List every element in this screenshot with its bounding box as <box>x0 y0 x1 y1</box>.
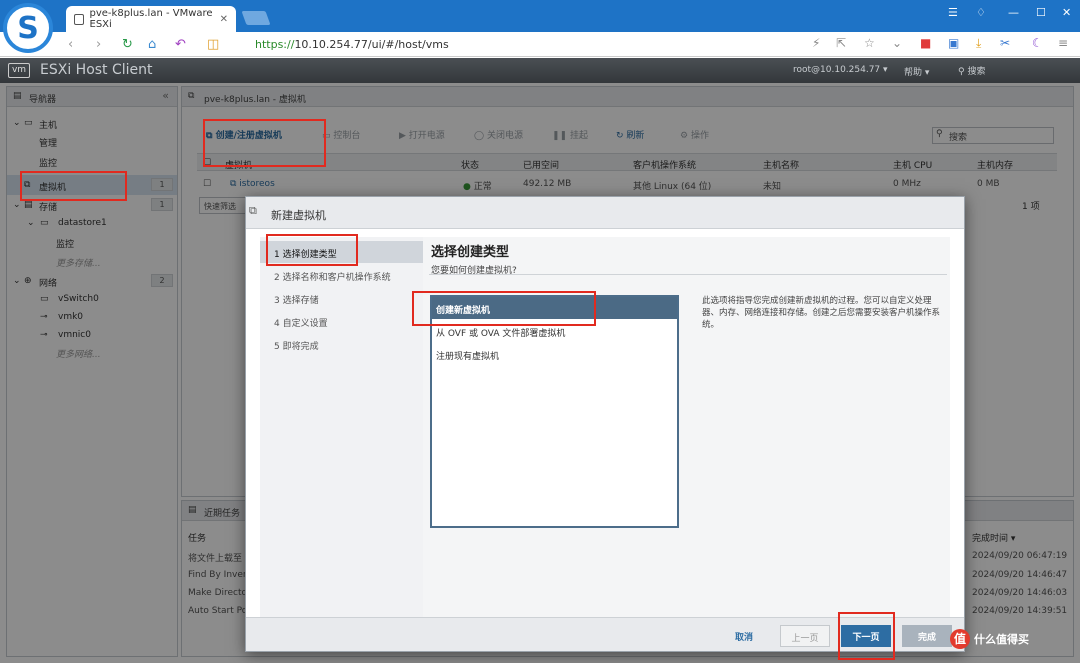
watermark: 值 什么值得买 <box>950 628 1076 650</box>
header-search-label: 搜索 <box>967 67 986 77</box>
page-favicon-icon <box>74 13 84 25</box>
scissors-icon[interactable]: ✂ <box>1000 36 1010 50</box>
home-icon[interactable]: ⌂ <box>148 37 156 52</box>
wizard-step-5[interactable]: 5 即将完成 <box>260 333 423 355</box>
more-menu-icon[interactable]: ≡ <box>1058 36 1068 50</box>
option-register-vm[interactable]: 注册现有虚拟机 <box>432 343 677 365</box>
watermark-badge: 值 <box>950 629 970 649</box>
creation-type-list: 创建新虚拟机 从 OVF 或 OVA 文件部署虚拟机 注册现有虚拟机 <box>430 295 679 528</box>
help-menu[interactable]: 帮助 ▾ <box>904 65 929 78</box>
download-icon[interactable]: ⤓ <box>976 36 981 51</box>
header-search[interactable]: ⚲ 搜索 <box>958 64 985 77</box>
wizard-step-4[interactable]: 4 自定义设置 <box>260 310 423 332</box>
share-icon[interactable]: ⇱ <box>836 36 846 50</box>
chevron-down-icon[interactable]: ⌄ <box>892 36 902 50</box>
url-path: 10.10.254.77/ui/#/host/vms <box>294 38 449 51</box>
option-description: 此选项将指导您完成创建新虚拟机的过程。您可以自定义处理器、内存、网络连接和存储。… <box>702 296 941 330</box>
app-title: ESXi Host Client <box>40 62 153 78</box>
finish-button[interactable]: 完成 <box>902 625 952 647</box>
wizard-step-2[interactable]: 2 选择名称和客户机操作系统 <box>260 264 423 286</box>
undo-icon[interactable]: ↶ <box>175 37 186 52</box>
forward-icon[interactable]: › <box>96 37 101 52</box>
minimize-icon[interactable]: — <box>1008 6 1019 19</box>
reload-icon[interactable]: ↻ <box>122 37 133 52</box>
annotation-box <box>203 119 326 167</box>
maximize-icon[interactable]: ☐ <box>1036 6 1046 19</box>
lightning-icon[interactable]: ⚡ <box>812 36 820 50</box>
annotation-box <box>412 291 596 326</box>
new-tab-button[interactable] <box>241 11 271 25</box>
annotation-box <box>20 171 127 201</box>
dialog-title: 新建虚拟机 <box>271 209 326 222</box>
browser-tab[interactable]: pve-k8plus.lan - VMware ESXi ✕ <box>66 6 236 32</box>
user-menu[interactable]: root@10.10.254.77 ▾ <box>793 65 888 75</box>
new-vm-icon: ⧉ <box>249 204 257 217</box>
back-icon[interactable]: ‹ <box>68 37 73 52</box>
url-field[interactable]: https://10.10.254.77/ui/#/host/vms <box>255 38 449 51</box>
wizard-step-3[interactable]: 3 选择存储 <box>260 287 423 309</box>
moon-icon[interactable]: ☾ <box>1032 36 1043 50</box>
watermark-text: 什么值得买 <box>974 633 1029 646</box>
browser-logo-icon: S <box>3 3 53 53</box>
step-heading: 选择创建类型 <box>431 245 510 260</box>
annotation-box <box>838 612 895 660</box>
menu-icon[interactable]: ☰ <box>948 6 958 19</box>
dialog-title-bar: ⧉ 新建虚拟机 <box>246 197 964 229</box>
translate-icon[interactable]: ▣ <box>948 36 959 50</box>
tab-title: pve-k8plus.lan - VMware ESXi <box>89 8 213 30</box>
annotation-box <box>266 234 358 266</box>
browser-tab-strip: pve-k8plus.lan - VMware ESXi ✕ ☰ ♢ — ☐ ✕ <box>0 0 1080 32</box>
esxi-header: vm ESXi Host Client root@10.10.254.77 ▾ … <box>0 58 1080 83</box>
bookmarks-icon[interactable]: ◫ <box>207 37 219 52</box>
shirt-icon[interactable]: ♢ <box>976 6 986 19</box>
tab-close-icon[interactable]: ✕ <box>220 14 228 25</box>
cancel-button[interactable]: 取消 <box>720 625 768 647</box>
back-button[interactable]: 上一页 <box>780 625 830 647</box>
wizard-steps: 1 选择创建类型 2 选择名称和客户机操作系统 3 选择存储 4 自定义设置 5… <box>260 237 425 617</box>
extension-red-icon[interactable]: ■ <box>920 36 931 50</box>
close-window-icon[interactable]: ✕ <box>1062 6 1071 19</box>
star-icon[interactable]: ☆ <box>864 36 875 50</box>
divider <box>429 274 947 275</box>
vmware-logo: vm <box>8 63 30 78</box>
address-bar: ‹ › ↻ ⌂ ↶ ◫ https://10.10.254.77/ui/#/ho… <box>0 32 1080 57</box>
url-scheme: https:// <box>255 38 295 51</box>
